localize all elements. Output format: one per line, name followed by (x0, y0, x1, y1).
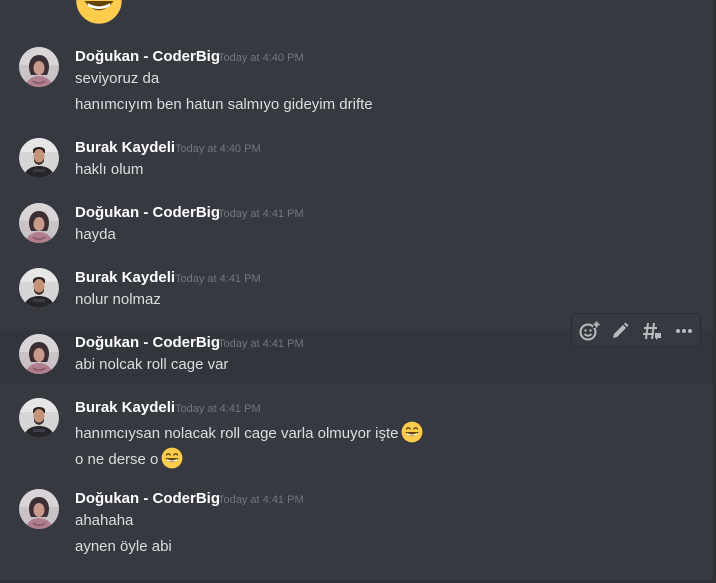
message-text: aynen öyle abi (75, 538, 172, 555)
username[interactable]: Burak Kaydeli (75, 269, 175, 286)
add-reaction-icon (579, 321, 600, 341)
username[interactable]: Doğukan - CoderBig (75, 204, 220, 221)
username[interactable]: Burak Kaydeli (75, 139, 175, 156)
timestamp: Today at 4:41 PM (218, 338, 304, 350)
edit-button[interactable] (608, 319, 632, 343)
timestamp: Today at 4:40 PM (175, 143, 261, 155)
message-text: haklı olum (75, 161, 144, 178)
create-thread-button[interactable] (640, 319, 664, 343)
message-text: hayda (75, 226, 116, 243)
grinning-emoji-icon (161, 447, 183, 469)
avatar[interactable] (19, 489, 59, 529)
username[interactable]: Doğukan - CoderBig (75, 48, 220, 65)
message-group[interactable]: Doğukan - CoderBig Today at 4:41 PM ahah… (0, 482, 713, 564)
message-text: seviyoruz da (75, 70, 160, 87)
avatar[interactable] (19, 398, 59, 438)
message-text-content: o ne derse o (75, 451, 159, 468)
add-reaction-button[interactable] (577, 319, 601, 343)
grinning-emoji-icon (401, 421, 423, 443)
username[interactable]: Doğukan - CoderBig (75, 334, 220, 351)
message-group[interactable]: Burak Kaydeli Today at 4:40 PM haklı olu… (0, 131, 713, 187)
avatar[interactable] (19, 203, 59, 243)
avatar[interactable] (19, 334, 59, 374)
username[interactable]: Doğukan - CoderBig (75, 490, 220, 507)
more-options-icon (676, 329, 692, 333)
message-text-content: hanımcıysan nolacak roll cage varla olmu… (75, 425, 399, 442)
message-text: hanımcıyım ben hatun salmıyo gideyim dri… (75, 96, 373, 113)
message-text: hanımcıysan nolacak roll cage varla olmu… (75, 421, 423, 443)
message-group[interactable]: Burak Kaydeli Today at 4:41 PM hanımcıys… (0, 391, 713, 473)
more-options-button[interactable] (672, 319, 696, 343)
avatar[interactable] (19, 47, 59, 87)
timestamp: Today at 4:41 PM (218, 494, 304, 506)
username[interactable]: Burak Kaydeli (75, 399, 175, 416)
edit-icon (613, 322, 629, 338)
message-text: nolur nolmaz (75, 291, 161, 308)
message-group[interactable]: Burak Kaydeli Today at 4:41 PM nolur nol… (0, 261, 713, 317)
message-text: ahahaha (75, 512, 134, 529)
chat-message-list[interactable]: Doğukan - CoderBig Today at 4:40 PM sevi… (0, 0, 716, 583)
message-text: abi nolcak roll cage var (75, 356, 229, 373)
avatar[interactable] (19, 138, 59, 178)
avatar[interactable] (19, 268, 59, 308)
timestamp: Today at 4:41 PM (218, 208, 304, 220)
grinning-emoji-icon (75, 0, 123, 25)
timestamp: Today at 4:40 PM (218, 52, 304, 64)
message-group[interactable]: Doğukan - CoderBig Today at 4:41 PM hayd… (0, 196, 713, 252)
message-text: o ne derse o (75, 447, 183, 469)
timestamp: Today at 4:41 PM (175, 273, 261, 285)
timestamp: Today at 4:41 PM (175, 403, 261, 415)
message-actions-toolbar (571, 313, 701, 347)
create-thread-icon (643, 322, 662, 340)
message-group[interactable]: Doğukan - CoderBig Today at 4:40 PM sevi… (0, 40, 713, 120)
